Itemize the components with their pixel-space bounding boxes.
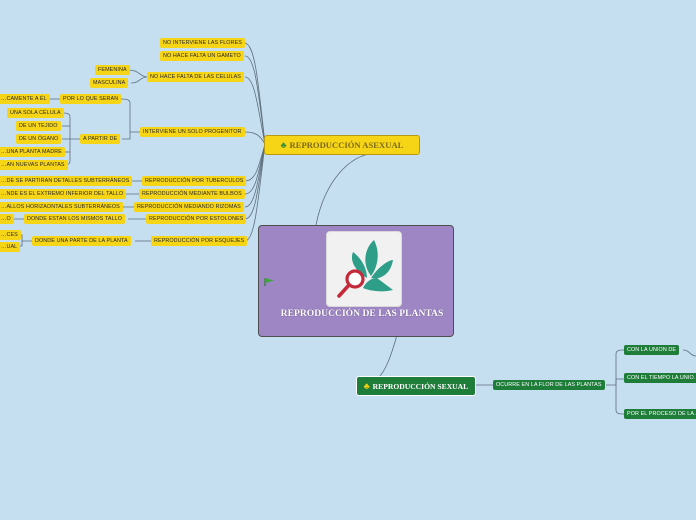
sexual-sub-proceso[interactable]: POR EL PROCESO DE LA… <box>624 409 696 419</box>
asexual-item[interactable]: NO HACE FALTA UN GAMETO <box>160 51 244 61</box>
asexual-item[interactable]: NO INTERVIENE LAS FLORES <box>160 38 245 48</box>
topic-sexual[interactable]: ♣ REPRODUCCIÓN SEXUAL <box>356 376 476 396</box>
plant-magnifier-image <box>326 231 402 307</box>
subtopic-a-partir-de[interactable]: A PARTIR DE <box>80 134 121 144</box>
subtopic-esquejes-detail[interactable]: DONDE UNA PARTE DE LA PLANTA <box>32 236 131 246</box>
central-topic[interactable]: REPRODUCCIÓN DE LAS PLANTAS <box>258 225 454 337</box>
subtopic-por-lo-que-seran[interactable]: POR LO QUE SERAN <box>60 94 122 104</box>
subtopic-una-sola-celula[interactable]: UNA SOLA CÉLULA <box>7 108 64 118</box>
subtopic-tuberculos-detail[interactable]: …DE SE PARTIRAN DETALLES SUBTERRÁNEOS <box>0 176 133 186</box>
subtopic-femenina[interactable]: FEMENINA <box>95 65 130 75</box>
sexual-item[interactable]: OCURRE EN LA FLOR DE LAS PLANTAS <box>493 380 605 390</box>
asexual-item[interactable]: REPRODUCCIÓN POR ESQUEJES <box>151 236 248 246</box>
subtopic-estolones-edge[interactable]: …O <box>0 214 14 224</box>
subtopic-estolones-detail[interactable]: DONDE ESTAN LOS MISMOS TALLO <box>24 214 126 224</box>
sexual-sub-union[interactable]: CON LA UNION DE <box>624 345 680 355</box>
subtopic-de-un-organo[interactable]: DE UN ÓGANO <box>16 134 62 144</box>
subtopic-seran-detail[interactable]: …CAMENTE A ÉL <box>0 94 50 104</box>
subtopic-nuevas-plantas[interactable]: …AN NUEVAS PLANTAS <box>0 160 68 170</box>
asexual-item[interactable]: REPRODUCCIÓN MEDIANTE BULBOS <box>139 189 245 199</box>
asexual-item[interactable]: REPRODUCCIÓN MEDIANDO RIZOMAS <box>134 202 244 212</box>
central-title: REPRODUCCIÓN DE LAS PLANTAS <box>280 308 444 319</box>
subtopic-masculina[interactable]: MASCULINA <box>90 78 129 88</box>
asexual-item[interactable]: INTERVIENE UN SOLO PROGENITOR <box>140 127 245 137</box>
subtopic-de-un-tejido[interactable]: DE UN TEJIDO <box>16 121 61 131</box>
topic-sexual-label: REPRODUCCIÓN SEXUAL <box>372 381 469 391</box>
subtopic-planta-madre[interactable]: …UNA PLANTA MADRE <box>0 147 65 157</box>
topic-asexual-label: REPRODUCCIÓN ASEXUAL <box>289 140 404 150</box>
subtopic-bulbos-detail[interactable]: …NDE ES EL EXTREMO INFERIOR DEL TALLO <box>0 189 127 199</box>
asexual-item[interactable]: REPRODUCCIÓN POR ESTOLONES <box>146 214 247 224</box>
flag-icon <box>264 274 276 292</box>
asexual-item[interactable]: REPRODUCCIÓN POR TUBERCULOS <box>142 176 247 186</box>
clover-icon: ♣ <box>363 380 370 391</box>
subtopic-esquejes-edge-1[interactable]: …CES <box>0 230 21 240</box>
clover-icon: ♣ <box>280 139 287 150</box>
asexual-item[interactable]: NO HACE FALTA DE LAS CELULAS <box>147 72 244 82</box>
subtopic-rizomas-detail[interactable]: …ALLOS HORIZAONTALES SUBTERRÁNEOS <box>0 202 123 212</box>
sexual-sub-tiempo[interactable]: CON EL TIEMPO LA UNIO… <box>624 373 696 383</box>
topic-asexual[interactable]: ♣ REPRODUCCIÓN ASEXUAL <box>264 135 420 155</box>
plant-magnifier-icon <box>337 240 393 298</box>
subtopic-esquejes-edge-2[interactable]: …UAL <box>0 242 21 252</box>
